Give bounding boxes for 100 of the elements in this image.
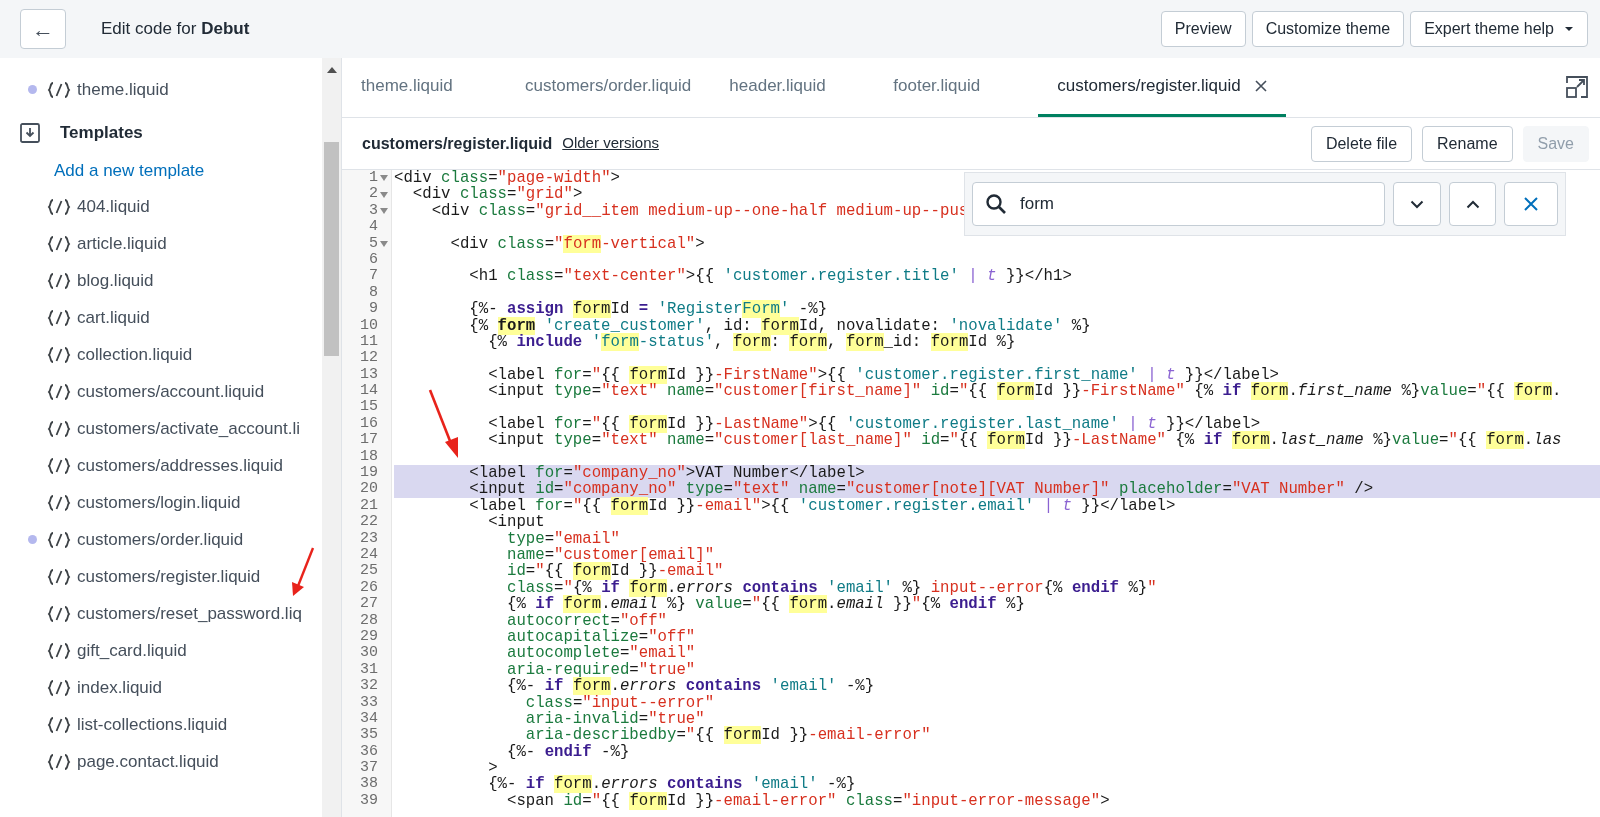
line-number: 19 — [360, 465, 378, 482]
code-file-icon — [47, 678, 71, 697]
code-file-icon — [47, 752, 71, 771]
previous-match-button[interactable] — [1448, 182, 1497, 226]
file-name: article.liquid — [77, 232, 167, 255]
code-line: <h1 class="text-center">{{ 'customer.register.title' | t }}</h1> — [468, 267, 1072, 286]
file-name: collection.liquid — [77, 343, 193, 366]
file-item[interactable]: customers/order.liquid — [0, 521, 322, 558]
file-name: customers/login.liquid — [77, 491, 241, 514]
code-line: id="{{ formId }}-email" — [505, 562, 724, 581]
expand-icon[interactable] — [1565, 75, 1589, 99]
fold-icon[interactable] — [380, 191, 388, 198]
line-number: 37 — [360, 760, 378, 777]
fold-icon[interactable] — [380, 207, 388, 214]
file-item[interactable]: index.liquid — [0, 669, 322, 706]
line-number: 18 — [360, 448, 378, 466]
code-line: <div class="grid"> — [411, 185, 583, 204]
line-number: 17 — [360, 432, 378, 449]
page-title: Edit code for Debut — [101, 18, 250, 41]
next-match-button[interactable] — [1393, 182, 1441, 226]
line-number: 10 — [360, 317, 378, 334]
code-line: <input — [487, 513, 545, 532]
file-item[interactable]: customers/activate_account.li — [0, 410, 322, 447]
code-line: <input type="text" name="customer[first_name]" id="{{ formId }}-FirstName" {% if form.first_name %}value="{{ form. — [487, 382, 1562, 401]
header-button[interactable]: Customize theme — [1251, 11, 1405, 47]
file-item[interactable]: article.liquid — [0, 225, 322, 262]
file-item[interactable]: customers/register.liquid — [0, 558, 322, 595]
search-field[interactable]: form — [972, 182, 1386, 226]
search-input[interactable]: form — [1020, 191, 1373, 217]
line-number: 16 — [360, 415, 378, 433]
file-item[interactable]: page.contact.liquid — [0, 743, 322, 780]
file-name: index.liquid — [77, 676, 163, 699]
line-number: 26 — [360, 579, 378, 597]
line-number: 6 — [369, 251, 378, 269]
file-item[interactable]: customers/login.liquid — [0, 484, 322, 521]
line-number: 34 — [360, 710, 378, 728]
scroll-up-icon — [327, 67, 337, 73]
line-number: 8 — [369, 284, 378, 302]
file-item[interactable]: customers/account.liquid — [0, 373, 322, 410]
file-name: customers/activate_account.li — [77, 417, 300, 440]
line-number: 29 — [360, 628, 378, 646]
add-template-link[interactable]: Add a new template — [54, 158, 205, 184]
code-file-icon — [47, 308, 71, 327]
file-name: cart.liquid — [77, 306, 150, 329]
scrollbar-thumb[interactable] — [324, 142, 339, 356]
file-title: customers/register.liquid — [362, 133, 553, 154]
file-item[interactable]: customers/reset_password.liq — [0, 595, 322, 632]
code-line: {%- endif -%} — [505, 742, 630, 761]
code-line: aria-required="true" — [505, 660, 696, 679]
code-line: <div class="grid__item medium-up--one-half medium-up--pus — [430, 201, 969, 220]
annotation-arrow — [289, 546, 317, 598]
line-number: 1 — [369, 170, 378, 187]
code-line: <label for="{{ formId }}-email">{{ 'customer.register.email' | t }}</label> — [468, 496, 1176, 515]
file-name: customers/addresses.liquid — [77, 454, 283, 477]
code-line: {% if form.email %} value="{{ form.email }}"{% endif %} — [505, 595, 1025, 614]
close-search-button[interactable] — [1504, 182, 1558, 226]
line-number: 32 — [360, 678, 378, 695]
fold-icon[interactable] — [380, 175, 388, 182]
editor-tab[interactable]: theme.liquid — [342, 58, 506, 117]
line-number: 13 — [360, 366, 378, 384]
line-number: 35 — [360, 727, 378, 744]
editor-tab[interactable]: customers/register.liquid — [1038, 58, 1286, 117]
editor-tab[interactable]: footer.liquid — [874, 58, 1039, 117]
code-line: <input id="company_no" type="text" name="customer[note][VAT Number]" placeholder="VAT Number" /> — [468, 480, 1374, 499]
line-number: 22 — [360, 514, 378, 531]
code-line: aria-invalid="true" — [524, 709, 705, 728]
line-number: 28 — [360, 612, 378, 629]
file-item[interactable]: cart.liquid — [0, 299, 322, 336]
file-item[interactable]: theme.liquid — [0, 71, 322, 108]
line-number: 27 — [360, 596, 378, 613]
code-file-icon — [47, 567, 71, 586]
file-item[interactable]: collection.liquid — [0, 336, 322, 373]
file-name: list-collections.liquid — [77, 713, 228, 736]
file-name: customers/order.liquid — [77, 528, 244, 551]
older-versions-link[interactable]: Older versions — [562, 132, 659, 155]
fold-icon[interactable] — [380, 240, 388, 247]
file-action-button[interactable]: Rename — [1422, 125, 1513, 162]
code-file-icon — [47, 641, 71, 660]
file-item[interactable]: gift_card.liquid — [0, 632, 322, 669]
header-button[interactable]: Expert theme help — [1410, 11, 1588, 47]
close-icon[interactable] — [1254, 80, 1267, 92]
file-item[interactable]: blog.liquid — [0, 262, 322, 299]
file-item[interactable]: 404.liquid — [0, 188, 322, 225]
sidebar-scrollbar[interactable] — [322, 58, 342, 817]
editor-tab[interactable]: customers/order.liquid — [506, 58, 711, 117]
file-name: blog.liquid — [77, 269, 154, 292]
code-line: class="input--error" — [524, 693, 715, 712]
file-item[interactable]: list-collections.liquid — [0, 706, 322, 743]
back-button[interactable]: ← — [20, 9, 66, 49]
close-icon — [1524, 197, 1539, 211]
code-file-icon — [47, 382, 71, 401]
line-number: 2 — [369, 186, 378, 203]
code-file-icon — [47, 604, 71, 623]
file-action-button[interactable]: Delete file — [1310, 125, 1413, 162]
header-button[interactable]: Preview — [1160, 11, 1246, 47]
file-item[interactable]: customers/addresses.liquid — [0, 447, 322, 484]
editor-tab[interactable]: header.liquid — [710, 58, 875, 117]
code-line: {%- if form.errors contains 'email' -%} — [487, 775, 856, 794]
code-line: <div class="page-width"> — [394, 169, 620, 187]
line-number: 31 — [360, 661, 378, 679]
